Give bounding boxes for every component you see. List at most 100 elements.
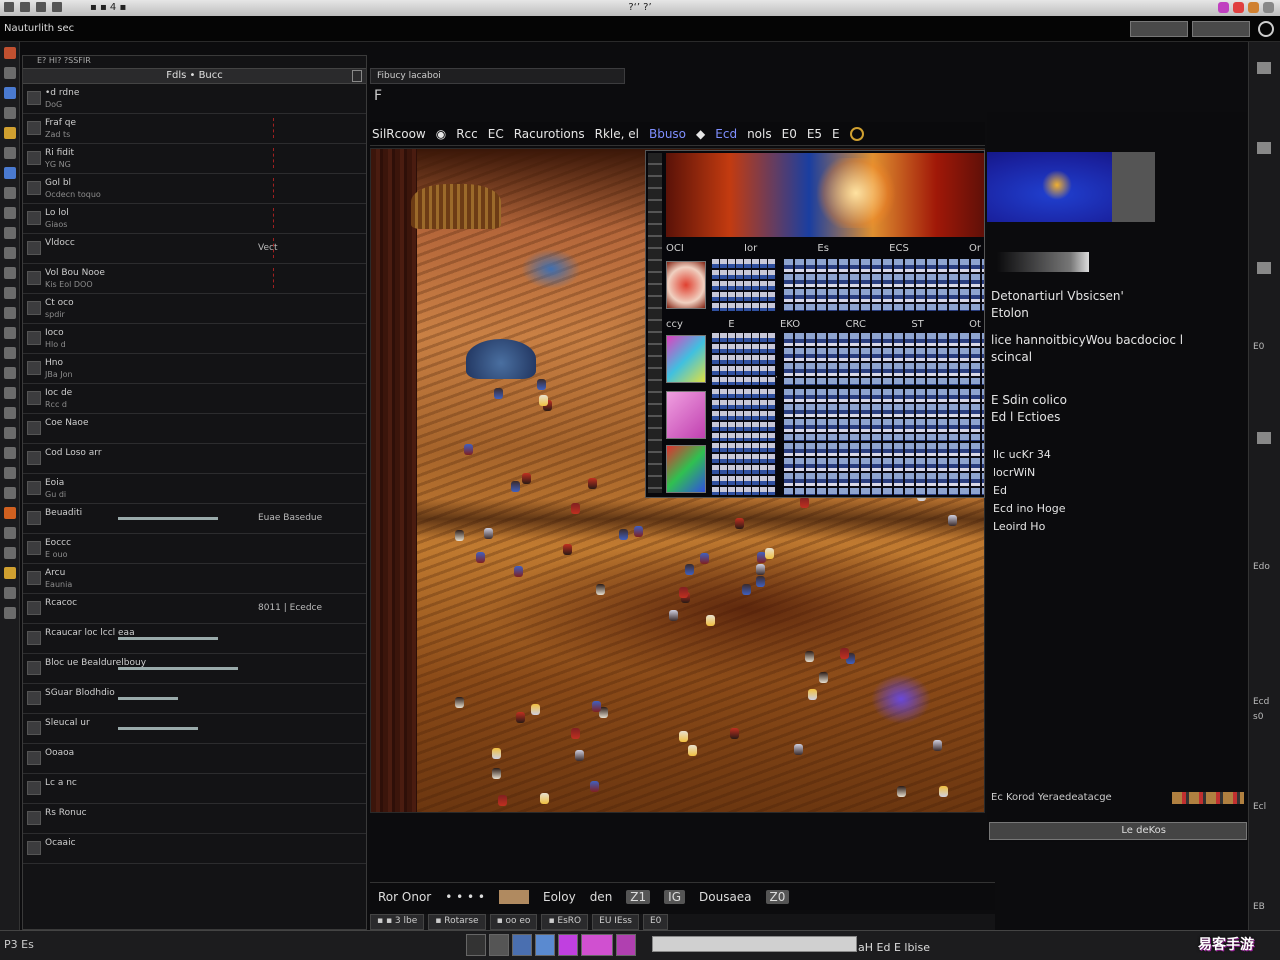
toolbar-item-11[interactable]: E0 (782, 127, 797, 141)
document-tab[interactable]: Fibucy lacaboi (370, 68, 625, 84)
color-swatch-icon[interactable] (3, 607, 16, 619)
item-grid-b[interactable] (784, 389, 984, 441)
status-item-4[interactable]: Dousaea (699, 890, 752, 904)
character-sprite[interactable] (589, 780, 599, 792)
toolbar-item-3[interactable]: Rcc (456, 127, 478, 141)
layer-thumbnail[interactable] (27, 361, 41, 375)
footer-field[interactable]: Le deKos (989, 822, 1247, 840)
character-sprite[interactable] (756, 576, 766, 587)
character-sprite[interactable] (575, 750, 585, 762)
character-sprite[interactable] (897, 785, 907, 797)
timeline-tab[interactable]: ▪ Rotarse (428, 914, 486, 930)
gradient-slider[interactable] (997, 252, 1089, 272)
item-thumbnail[interactable] (666, 335, 706, 383)
layer-thumbnail[interactable] (27, 631, 41, 645)
layer-row[interactable]: Bloc ue Bealdurelbouy (23, 654, 366, 684)
toolbar-item-4[interactable]: EC (488, 127, 504, 141)
character-sprite[interactable] (484, 528, 494, 540)
layer-thumbnail[interactable] (27, 331, 41, 345)
maximize-button[interactable] (1233, 2, 1244, 13)
toolbar-item-1[interactable]: SilRcoow (372, 127, 426, 141)
character-sprite[interactable] (619, 529, 629, 541)
layer-row[interactable]: Ct oco spdir (23, 294, 366, 324)
panel-close-icon[interactable] (352, 70, 362, 82)
preview-thumbnail[interactable] (987, 152, 1155, 222)
character-sprite[interactable] (491, 748, 501, 760)
slice-tool-icon[interactable] (3, 447, 16, 459)
character-sprite[interactable] (455, 696, 465, 708)
status-item-2[interactable]: Eoloy (543, 890, 576, 904)
toolbar-item-8[interactable]: ◆ (696, 127, 705, 141)
layer-thumbnail[interactable] (27, 451, 41, 465)
layer-thumbnail[interactable] (27, 391, 41, 405)
frame-icon[interactable] (535, 934, 555, 956)
note-tool-icon[interactable] (3, 427, 16, 439)
layer-thumbnail[interactable] (27, 241, 41, 255)
toolbar-item-5[interactable]: Racurotions (514, 127, 585, 141)
layer-row[interactable]: Vldocc Vect (23, 234, 366, 264)
layer-row[interactable]: Fraf qe Zad ts (23, 114, 366, 144)
character-sprite[interactable] (493, 387, 503, 399)
layer-row[interactable]: Lo lol Giaos (23, 204, 366, 234)
character-sprite[interactable] (475, 552, 485, 564)
layer-row[interactable]: Rcaucar loc lccl eaa (23, 624, 366, 654)
timeline-tab[interactable]: ▪ ▪ 3 lbe (370, 914, 425, 930)
frame-icon[interactable] (466, 934, 486, 956)
gradient-tool-icon[interactable] (3, 367, 16, 379)
item-thumbnail[interactable] (666, 445, 706, 493)
character-sprite[interactable] (688, 745, 698, 757)
frame-icon[interactable] (489, 934, 509, 956)
color-swatch[interactable] (498, 889, 529, 904)
toolbar-item-10[interactable]: nols (747, 127, 772, 141)
measure-tool-icon[interactable] (3, 407, 16, 419)
character-sprite[interactable] (539, 792, 549, 804)
toolbar-item-9[interactable]: Ecd (715, 127, 737, 141)
timeline-tab[interactable]: ▪ oo eo (489, 914, 538, 930)
timeline-tab[interactable]: ▪ EsRO (541, 914, 589, 930)
timeline-tab[interactable]: EU IEss (592, 914, 639, 930)
character-sprite[interactable] (463, 443, 473, 455)
timeline-tab[interactable]: E0 (643, 914, 669, 930)
zoom-tool-icon[interactable] (3, 267, 16, 279)
layer-row[interactable]: Ioc de Rcc d (23, 384, 366, 414)
layer-row[interactable]: Coe Naoe (23, 414, 366, 444)
frame-icon[interactable] (616, 934, 636, 956)
character-sprite[interactable] (511, 481, 521, 493)
character-sprite[interactable] (800, 496, 810, 508)
character-sprite[interactable] (669, 610, 678, 622)
brush-tool-icon[interactable] (3, 127, 16, 139)
pen-tool-icon[interactable] (3, 227, 16, 239)
shape-tool-icon[interactable] (3, 207, 16, 219)
text-tool-icon[interactable] (3, 187, 16, 199)
refresh-icon[interactable] (1258, 21, 1274, 37)
fill-tool-icon[interactable] (3, 167, 16, 179)
layer-row[interactable]: Ioco Hlo d (23, 324, 366, 354)
layer-thumbnail[interactable] (27, 481, 41, 495)
strip-tool-icon[interactable] (1257, 142, 1271, 154)
item-thumbnail[interactable] (666, 391, 706, 439)
layer-thumbnail[interactable] (27, 571, 41, 585)
character-sprite[interactable] (536, 379, 546, 391)
layer-row[interactable]: Vol Bou Nooe Kis Eol DOO (23, 264, 366, 294)
character-sprite[interactable] (570, 727, 580, 739)
character-sprite[interactable] (562, 544, 572, 556)
select-tool-icon[interactable] (3, 67, 16, 79)
character-sprite[interactable] (678, 587, 688, 599)
layer-row[interactable]: Hno JBa Jon (23, 354, 366, 384)
character-sprite[interactable] (591, 700, 601, 712)
menu-button-1[interactable] (1130, 21, 1188, 37)
character-sprite[interactable] (939, 786, 949, 798)
character-sprite[interactable] (735, 517, 745, 529)
layer-thumbnail[interactable] (27, 721, 41, 735)
character-sprite[interactable] (454, 530, 464, 542)
strip-scroll-up-icon[interactable] (1257, 62, 1271, 74)
layer-thumbnail[interactable] (27, 211, 41, 225)
layer-row[interactable]: Lc a nc (23, 774, 366, 804)
item-grid-a[interactable] (712, 389, 776, 441)
layer-row[interactable]: Sleucal ur (23, 714, 366, 744)
character-sprite[interactable] (588, 478, 598, 490)
layer-row[interactable]: Ooaoa (23, 744, 366, 774)
character-sprite[interactable] (794, 744, 804, 756)
character-sprite[interactable] (699, 553, 709, 565)
layer-row[interactable]: Eoccc E ouo (23, 534, 366, 564)
